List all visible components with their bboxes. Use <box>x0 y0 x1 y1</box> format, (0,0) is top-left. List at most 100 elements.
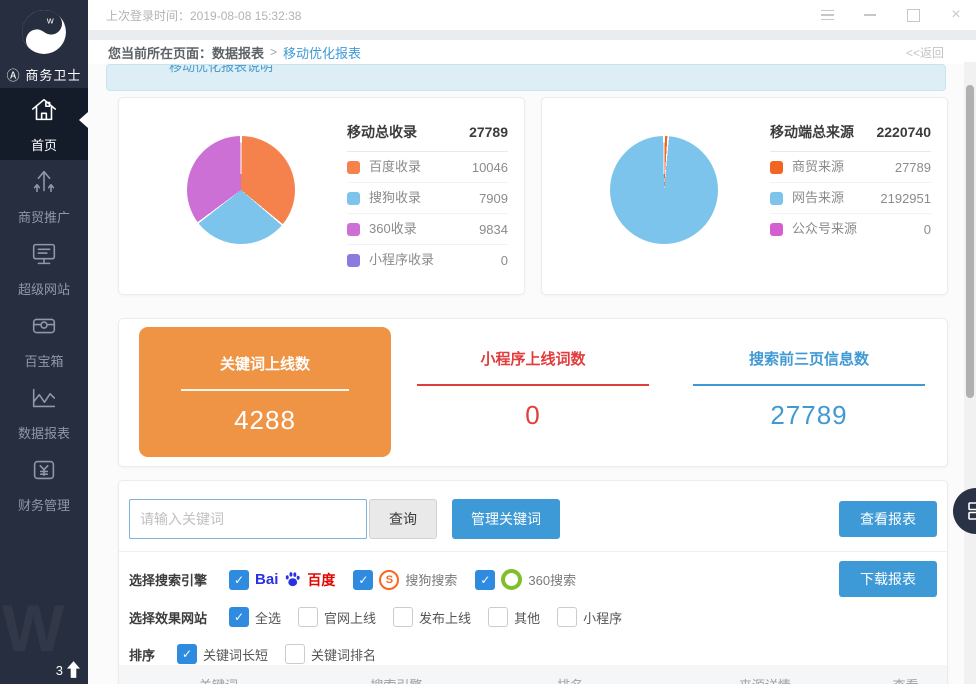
legend-value: 10046 <box>471 159 508 175</box>
stat-label: 小程序上线词数 <box>480 351 586 368</box>
legend-value: 7909 <box>479 190 508 206</box>
legend-item: 小程序收录 0 <box>347 245 508 275</box>
sidebar-item-3[interactable]: 百宝箱 <box>0 304 88 376</box>
sort-option-0[interactable]: ✓ 关键词长短 <box>177 644 268 664</box>
breadcrumb-current[interactable]: 移动优化报表 <box>283 43 361 62</box>
maximize-icon[interactable] <box>905 7 921 23</box>
sidebar-item-1[interactable]: 商贸推广 <box>0 160 88 232</box>
checkbox[interactable] <box>298 607 319 627</box>
sort-items: ✓ 关键词长短 关键词排名 <box>177 644 376 664</box>
sort-option-1[interactable]: 关键词排名 <box>285 644 376 664</box>
legend-item: 网告来源 2192951 <box>770 183 931 214</box>
legend-swatch-icon <box>347 222 360 236</box>
sort-option-label: 关键词排名 <box>311 647 377 663</box>
checkbox[interactable] <box>393 607 414 627</box>
checkbox[interactable]: ✓ <box>229 569 250 590</box>
legend-value: 0 <box>500 252 508 268</box>
download-report-button[interactable]: 下载报表 <box>839 561 937 597</box>
report-icon <box>29 383 59 418</box>
sidebar-menu: 首页 商贸推广 超级网站 百宝箱 数据报表 财务管理 <box>0 88 88 520</box>
site-option-label: 小程序 <box>583 610 623 626</box>
sidebar-item-label: 超级网站 <box>17 281 70 297</box>
legend-value: 2192951 <box>880 190 931 206</box>
site-option-0[interactable]: ✓ 全选 <box>229 607 281 627</box>
sidebar-item-label: 商贸推广 <box>17 209 70 225</box>
update-badge[interactable]: 3 <box>56 661 80 678</box>
scrollbar-thumb[interactable] <box>966 85 974 398</box>
close-icon[interactable]: × <box>948 7 964 23</box>
mobile-source-card: 移动端总来源 2220740 商贸来源 27789 网告来源 2192951 公… <box>541 97 948 295</box>
legend-swatch-icon <box>347 253 360 267</box>
back-link[interactable]: <<返回 <box>906 44 944 61</box>
checkbox[interactable]: ✓ <box>229 607 250 627</box>
site-option-4[interactable]: 小程序 <box>557 607 622 627</box>
legend-swatch-icon <box>770 191 783 205</box>
mobile-index-card: 移动总收录 27789 百度收录 10046 搜狗收录 7909 360收录 9… <box>118 97 525 295</box>
table-column-header: 关键词 <box>119 675 318 684</box>
stat-top3-pages: 搜索前三页信息数 27789 <box>671 319 947 466</box>
sidebar-item-2[interactable]: 超级网站 <box>0 232 88 304</box>
manage-keywords-button[interactable]: 管理关键词 <box>452 499 560 539</box>
sidebar-item-label: 数据报表 <box>17 425 70 441</box>
site-filter-row: 选择效果网站 ✓ 全选 官网上线 发布上线 其他 小程序 <box>129 607 947 627</box>
menu-icon[interactable] <box>819 7 835 23</box>
minimize-icon[interactable] <box>862 7 878 23</box>
sort-option-label: 关键词长短 <box>203 647 269 663</box>
legend-swatch-icon <box>770 222 783 236</box>
legend-item: 百度收录 10046 <box>347 152 508 183</box>
sidebar-item-label: 首页 <box>30 137 57 153</box>
legend-value: 9834 <box>479 221 508 237</box>
sidebar-item-5[interactable]: 财务管理 <box>0 448 88 520</box>
sidebar-item-4[interactable]: 数据报表 <box>0 376 88 448</box>
legend-label: 商贸来源 <box>792 158 845 174</box>
checkbox[interactable]: ✓ <box>475 569 496 590</box>
legend-label: 搜狗收录 <box>369 189 422 205</box>
stat-keywords-online: 关键词上线数 4288 <box>119 319 395 466</box>
engine-filter-label: 选择搜索引擎 <box>129 573 208 588</box>
home-icon <box>29 95 59 130</box>
window-titlebar: 上次登录时间：2019-08-08 15:32:38 × <box>88 0 976 31</box>
legend-rows: 百度收录 10046 搜狗收录 7909 360收录 9834 小程序收录 0 <box>347 152 508 275</box>
app-window: w Ⓐ 商务卫士 首页 商贸推广 超级网站 百宝箱 数据报表 财务管理 W 3 … <box>0 0 976 684</box>
legend-item: 搜狗收录 7909 <box>347 183 508 214</box>
sogou-logo-icon: S <box>379 569 400 590</box>
engine-option-baidu[interactable]: ✓ Bai 百度 <box>229 569 335 590</box>
top-divider <box>88 31 976 40</box>
sidebar-item-0[interactable]: 首页 <box>0 88 88 160</box>
sort-filter-label: 排序 <box>129 647 156 663</box>
checkbox[interactable] <box>285 644 306 664</box>
promotion-icon <box>29 167 59 202</box>
site-option-label: 发布上线 <box>419 610 472 626</box>
legend-label: 小程序收录 <box>369 251 435 267</box>
vertical-scrollbar[interactable] <box>964 62 976 684</box>
legend-label: 网告来源 <box>792 189 845 205</box>
window-controls: × <box>819 7 964 23</box>
brand-name: Ⓐ 商务卫士 <box>6 68 82 83</box>
query-button[interactable]: 查询 <box>369 499 437 539</box>
engine-option-360[interactable]: ✓ 360搜索 <box>475 569 576 590</box>
legend-swatch-icon <box>347 191 360 205</box>
engine-option-sogou[interactable]: ✓ S 搜狗搜索 <box>353 569 457 590</box>
search-row: 查询 管理关键词 查看报表 <box>119 481 947 552</box>
mobile-source-legend: 移动端总来源 2220740 商贸来源 27789 网告来源 2192951 公… <box>770 122 931 244</box>
engine-filter-row: 选择搜索引擎 ✓ Bai 百度 ✓ S 搜狗搜索 ✓ 360搜索 <box>129 569 947 590</box>
checkbox[interactable] <box>488 607 509 627</box>
legend-total: 2220740 <box>876 124 931 140</box>
table-column-header: 排名 <box>475 675 665 684</box>
main-content: 移动优化报表说明 移动总收录 27789 百度收录 10046 搜狗收录 790… <box>88 64 976 684</box>
checkbox[interactable]: ✓ <box>177 644 198 664</box>
checkbox[interactable]: ✓ <box>353 569 374 590</box>
legend-value: 0 <box>923 221 931 237</box>
legend-label: 360收录 <box>369 220 417 236</box>
yinyang-logo-icon: w <box>22 10 66 54</box>
checkbox[interactable] <box>557 607 578 627</box>
view-report-button[interactable]: 查看报表 <box>839 501 937 537</box>
watermark-logo: W <box>2 591 65 665</box>
site-option-3[interactable]: 其他 <box>488 607 540 627</box>
stat-value: 0 <box>525 400 541 430</box>
site-option-2[interactable]: 发布上线 <box>393 607 471 627</box>
keyword-input[interactable] <box>129 499 367 539</box>
sort-filter-row: 排序 ✓ 关键词长短 关键词排名 <box>129 644 947 664</box>
finance-icon <box>29 455 59 490</box>
site-option-1[interactable]: 官网上线 <box>298 607 376 627</box>
